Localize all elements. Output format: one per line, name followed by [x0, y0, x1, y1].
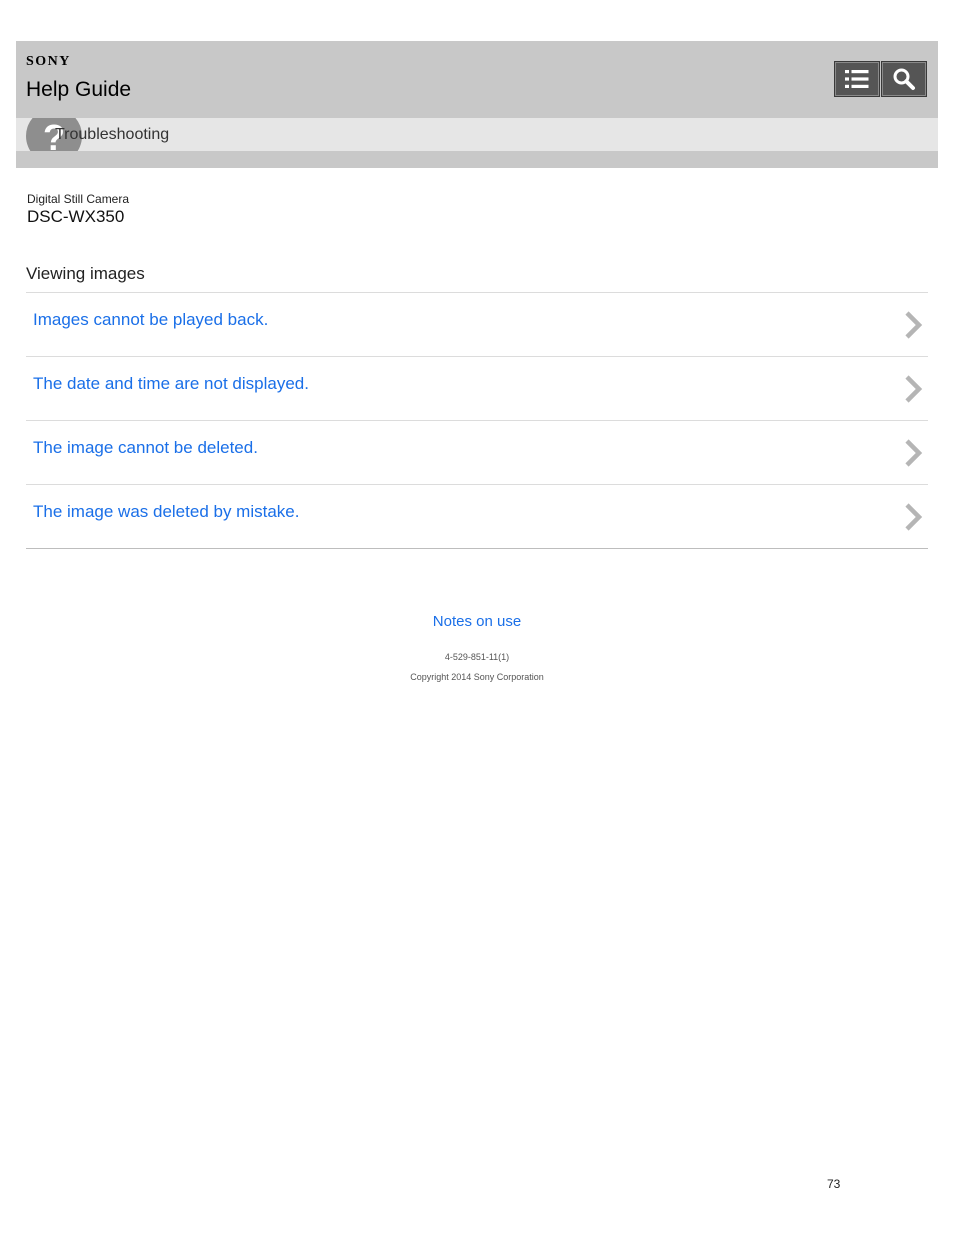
- breadcrumb: ? Troubleshooting: [16, 118, 938, 151]
- topic-link[interactable]: The date and time are not displayed.: [33, 374, 309, 394]
- notes-on-use-link[interactable]: Notes on use: [0, 613, 954, 630]
- list-item[interactable]: The image cannot be deleted.: [26, 421, 928, 485]
- chevron-right-icon: [905, 375, 923, 403]
- document-number: 4-529-851-11(1): [444, 652, 510, 662]
- topic-link[interactable]: Images cannot be played back.: [33, 310, 268, 330]
- search-button[interactable]: [881, 61, 927, 97]
- breadcrumb-label[interactable]: Troubleshooting: [55, 126, 169, 144]
- topic-link[interactable]: The image cannot be deleted.: [33, 438, 258, 458]
- chevron-right-icon: [905, 311, 923, 339]
- product-category: Digital Still Camera: [27, 192, 130, 206]
- product-model: DSC-WX350: [27, 207, 125, 226]
- topic-link[interactable]: The image was deleted by mistake.: [33, 502, 299, 522]
- list-item[interactable]: Images cannot be played back.: [26, 293, 928, 357]
- page-number: 73: [827, 1177, 841, 1191]
- search-icon: [893, 68, 915, 90]
- section-title: Viewing images: [26, 264, 145, 283]
- menu-button[interactable]: [834, 61, 880, 97]
- copyright-notice: Copyright 2014 Sony Corporation: [410, 672, 544, 682]
- topic-list: Images cannot be played back. The date a…: [26, 292, 928, 549]
- app-title: Help Guide: [26, 78, 132, 101]
- list-item[interactable]: The date and time are not displayed.: [26, 357, 928, 421]
- chevron-right-icon: [905, 439, 923, 467]
- chevron-right-icon: [905, 503, 923, 531]
- list-menu-icon: [845, 70, 869, 88]
- site-header: SONY Help Guide ? Troubleshooting: [16, 41, 938, 168]
- list-item[interactable]: The image was deleted by mistake.: [26, 485, 928, 548]
- sony-logo: SONY: [26, 54, 71, 69]
